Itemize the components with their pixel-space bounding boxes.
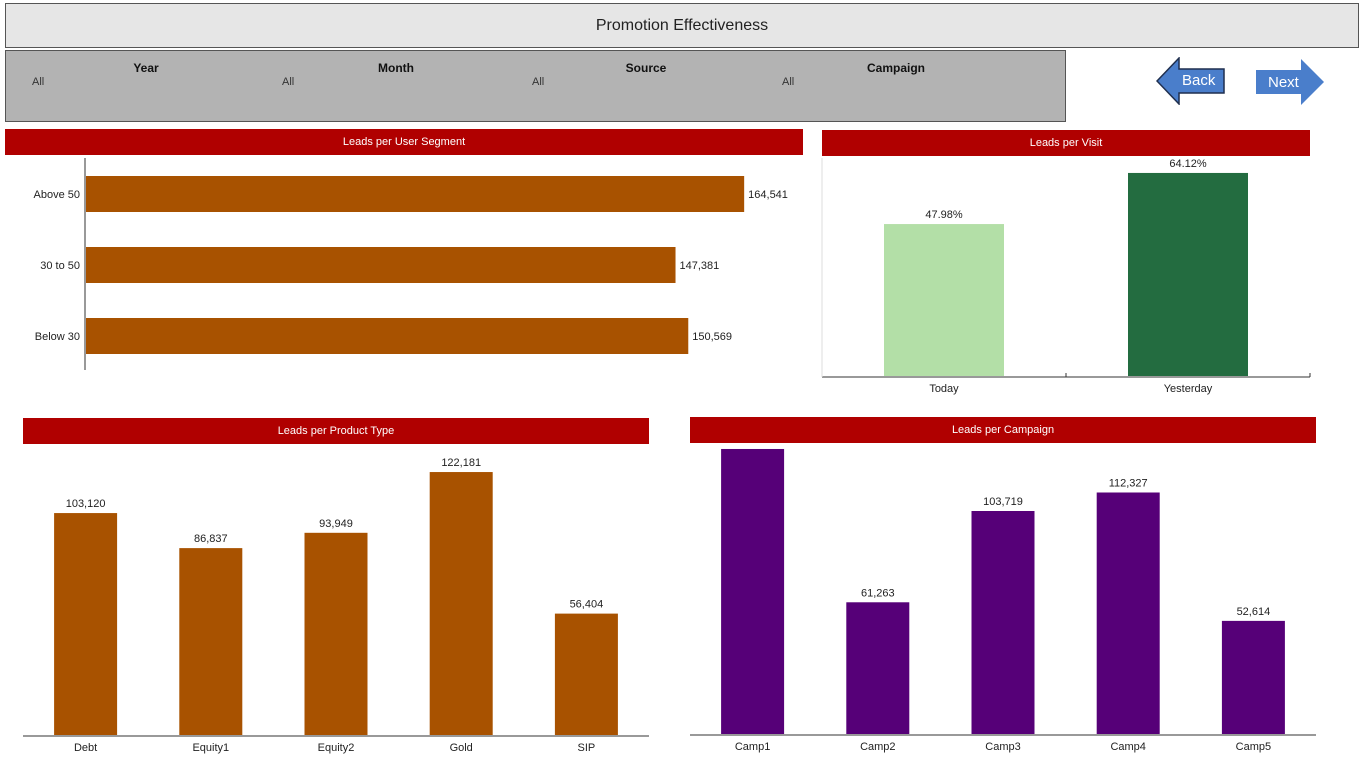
category-label: Yesterday	[1164, 383, 1213, 395]
category-label: Below 30	[35, 331, 80, 343]
bar	[1096, 492, 1160, 734]
data-label: 132,568	[733, 445, 773, 446]
visit-chart-title: Leads per Visit	[822, 130, 1310, 156]
bar	[86, 176, 745, 212]
page-title: Promotion Effectiveness	[5, 3, 1359, 48]
filter-year[interactable]: Year All	[6, 61, 256, 101]
bar	[884, 224, 1004, 376]
product-chart-title: Leads per Product Type	[23, 418, 649, 444]
filter-month-value[interactable]: All	[282, 76, 294, 88]
filter-panel: Year All Month All Source All Campaign A…	[5, 50, 1066, 122]
bar	[86, 318, 689, 354]
data-label: 47.98%	[925, 209, 963, 221]
bar	[971, 511, 1035, 734]
campaign-chart: 132,568 Camp1 61,263 Camp2 103,719 Camp3 112,3…	[690, 445, 1316, 753]
category-label: Camp3	[985, 741, 1020, 753]
bar	[179, 548, 243, 735]
bar	[86, 247, 676, 283]
data-label: 93,949	[319, 518, 353, 530]
category-label: SIP	[578, 742, 596, 754]
bar	[1128, 172, 1248, 376]
category-label: Equity2	[318, 742, 355, 754]
filter-month[interactable]: Month All	[256, 61, 506, 101]
data-label: 150,569	[692, 331, 732, 343]
data-label: 56,404	[570, 599, 604, 611]
category-label: Camp1	[735, 741, 770, 753]
next-button[interactable]: Next	[1255, 58, 1325, 106]
category-label: Gold	[450, 742, 473, 754]
bar	[846, 602, 910, 734]
filter-source-value[interactable]: All	[532, 76, 544, 88]
category-label: 30 to 50	[40, 260, 80, 272]
data-label: 164,541	[748, 189, 788, 201]
filter-source-label: Source	[625, 61, 667, 75]
filter-year-value[interactable]: All	[32, 76, 44, 88]
data-label: 103,120	[66, 498, 106, 510]
bar	[721, 448, 785, 734]
product-chart: 103,120 Debt 86,837 Equity1 93,949 Equity2 122…	[23, 457, 649, 754]
category-label: Camp2	[860, 741, 895, 753]
back-button-label: Back	[1182, 72, 1216, 89]
back-button[interactable]: Back	[1155, 56, 1226, 106]
bar	[304, 532, 368, 735]
bar	[54, 513, 118, 735]
filter-source[interactable]: Source All	[506, 61, 756, 101]
segment-chart: Above 50 164,541 30 to 50 147,381 Below 30 15…	[34, 158, 788, 370]
data-label: 147,381	[680, 260, 720, 272]
data-label: 112,327	[1109, 477, 1148, 489]
next-button-label: Next	[1268, 74, 1299, 91]
filter-campaign-value[interactable]: All	[782, 76, 794, 88]
category-label: Camp5	[1236, 741, 1271, 753]
category-label: Debt	[74, 742, 97, 754]
data-label: 103,719	[983, 496, 1023, 508]
category-label: Camp4	[1110, 741, 1145, 753]
bar	[429, 472, 493, 735]
category-label: Today	[929, 383, 959, 395]
data-label: 61,263	[861, 587, 895, 599]
visit-chart: 47.98% Today 64.12% Yesterday	[821, 158, 1311, 395]
category-label: Equity1	[192, 742, 229, 754]
campaign-chart-title: Leads per Campaign	[690, 417, 1316, 443]
filter-campaign-label: Campaign	[866, 61, 925, 75]
data-label: 122,181	[441, 457, 481, 469]
bar	[554, 613, 618, 735]
category-label: Above 50	[34, 189, 80, 201]
filter-campaign[interactable]: Campaign All	[756, 61, 1006, 101]
data-label: 64.12%	[1169, 158, 1207, 170]
data-label: 86,837	[194, 533, 228, 545]
segment-chart-title: Leads per User Segment	[5, 129, 803, 155]
data-label: 52,614	[1237, 606, 1271, 618]
filter-month-label: Month	[378, 61, 414, 75]
filter-year-label: Year	[133, 61, 159, 75]
bar	[1221, 620, 1285, 734]
